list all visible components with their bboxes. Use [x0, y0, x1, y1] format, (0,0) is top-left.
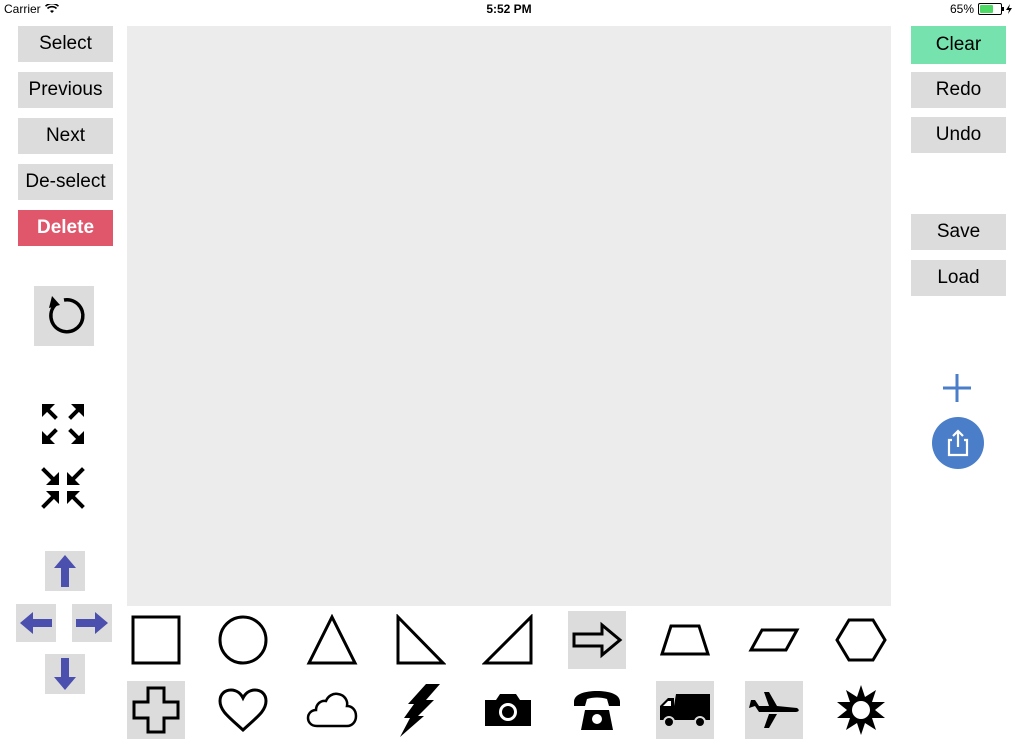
shape-hexagon[interactable]: [832, 611, 890, 669]
move-right-button[interactable]: [72, 604, 112, 642]
shape-trapezoid[interactable]: [656, 611, 714, 669]
move-left-button[interactable]: [16, 604, 56, 642]
redo-button[interactable]: Redo: [911, 72, 1006, 108]
circle-icon: [218, 615, 268, 665]
shape-square[interactable]: [127, 611, 185, 669]
shape-arrow[interactable]: [568, 611, 626, 669]
move-up-icon: [54, 555, 76, 587]
airplane-icon: [749, 692, 799, 728]
next-button[interactable]: Next: [18, 118, 113, 154]
lightning-icon: [400, 684, 440, 737]
load-button[interactable]: Load: [911, 260, 1006, 296]
shape-parallelogram[interactable]: [745, 611, 803, 669]
arrow-icon: [572, 621, 623, 659]
shape-telephone[interactable]: [568, 681, 626, 739]
clear-button[interactable]: Clear: [911, 26, 1006, 64]
shrink-icon: [41, 467, 85, 509]
truck-icon: [660, 694, 710, 728]
shape-sun[interactable]: [832, 681, 890, 739]
add-button[interactable]: [937, 369, 977, 407]
move-left-icon: [20, 612, 52, 634]
move-down-button[interactable]: [45, 654, 85, 694]
rotate-button[interactable]: [34, 286, 94, 346]
triangle-icon: [306, 614, 358, 665]
expand-button[interactable]: [36, 398, 90, 450]
battery-icon: [978, 3, 1004, 15]
undo-button[interactable]: Undo: [911, 117, 1006, 153]
share-icon: [947, 429, 969, 457]
select-button[interactable]: Select: [18, 26, 113, 62]
right-triangle-icon: [396, 614, 446, 665]
shape-airplane[interactable]: [745, 681, 803, 739]
shape-triangle[interactable]: [303, 611, 361, 669]
hexagon-icon: [835, 618, 887, 662]
status-bar: Carrier 5:52 PM 65%: [0, 0, 1018, 18]
parallelogram-icon: [748, 628, 800, 652]
shape-camera[interactable]: [479, 681, 537, 739]
shape-lightning[interactable]: [391, 681, 449, 739]
square-icon: [131, 615, 181, 665]
shape-truck[interactable]: [656, 681, 714, 739]
battery-percent: 65%: [949, 2, 974, 16]
move-down-icon: [54, 658, 76, 690]
move-right-icon: [76, 612, 108, 634]
shape-cloud[interactable]: [303, 681, 361, 739]
cloud-icon: [306, 692, 358, 728]
trapezoid-icon: [659, 624, 711, 656]
drawing-canvas[interactable]: [127, 26, 891, 606]
rotate-icon: [49, 296, 85, 334]
save-button[interactable]: Save: [911, 214, 1006, 250]
time-label: 5:52 PM: [486, 2, 532, 16]
delete-button[interactable]: Delete: [18, 210, 113, 246]
share-button[interactable]: [932, 417, 984, 469]
move-up-button[interactable]: [45, 551, 85, 591]
shape-right-triangle-mirrored[interactable]: [479, 611, 537, 669]
shrink-button[interactable]: [36, 462, 90, 514]
heart-icon: [218, 688, 268, 733]
expand-icon: [42, 404, 84, 444]
camera-icon: [485, 694, 531, 726]
charging-icon: [1006, 4, 1012, 14]
cross-icon: [132, 686, 180, 734]
sun-icon: [837, 685, 885, 735]
telephone-icon: [574, 691, 620, 730]
previous-button[interactable]: Previous: [18, 72, 113, 108]
shape-cross[interactable]: [127, 681, 185, 739]
shape-heart[interactable]: [214, 681, 272, 739]
shape-circle[interactable]: [214, 611, 272, 669]
add-icon: [943, 374, 971, 402]
deselect-button[interactable]: De-select: [18, 164, 113, 200]
right-triangle-mirrored-icon: [482, 614, 533, 665]
shape-right-triangle[interactable]: [391, 611, 449, 669]
